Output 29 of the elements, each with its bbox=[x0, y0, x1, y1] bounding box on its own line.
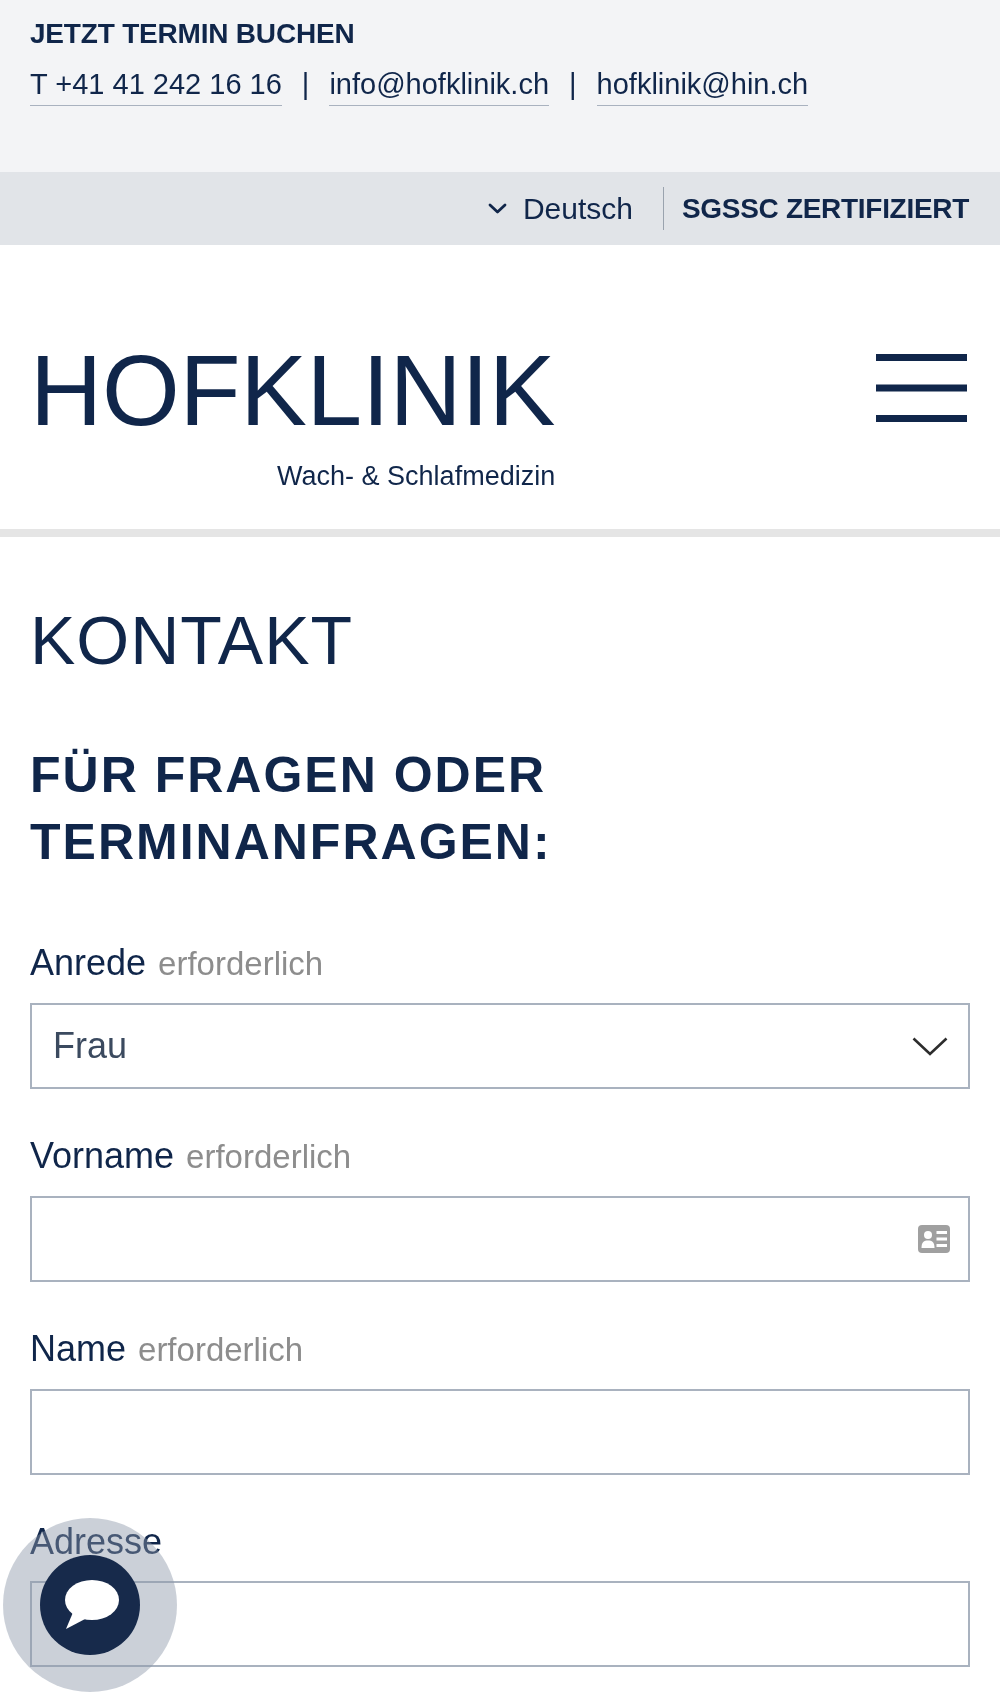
logo-wordmark[interactable]: HOFKLINIK bbox=[30, 340, 556, 440]
required-note: erforderlich bbox=[158, 944, 324, 984]
contact-card-icon[interactable] bbox=[918, 1225, 950, 1253]
input-field[interactable] bbox=[30, 1196, 970, 1282]
field-label: Adresse bbox=[30, 1520, 163, 1564]
chevron-down-icon bbox=[487, 203, 507, 214]
language-selector[interactable]: Deutsch bbox=[487, 191, 633, 226]
field-label: Name bbox=[30, 1327, 127, 1371]
chevron-down-icon bbox=[912, 1036, 948, 1056]
contact-link[interactable]: T +41 41 242 16 16 bbox=[30, 67, 282, 106]
menu-button[interactable] bbox=[876, 354, 967, 422]
logo-tagline: Wach- & Schlafmedizin bbox=[277, 460, 556, 492]
page-subtitle: FÜR FRAGEN ODER TERMINANFRAGEN: bbox=[30, 746, 553, 872]
field-label: Vorname bbox=[30, 1134, 175, 1178]
certification-link[interactable]: SGSSC ZERTIFIZIERT bbox=[681, 191, 969, 226]
separator: | bbox=[301, 67, 310, 101]
input-field[interactable] bbox=[30, 1581, 970, 1667]
field-label: Anrede bbox=[30, 941, 147, 985]
booking-link[interactable]: JETZT TERMIN BUCHEN bbox=[30, 16, 355, 52]
input-field[interactable] bbox=[30, 1389, 970, 1475]
page-title: KONTAKT bbox=[30, 601, 355, 680]
menu-icon bbox=[876, 354, 967, 422]
required-note: erforderlich bbox=[138, 1330, 304, 1370]
contact-link[interactable]: hofklinik@hin.ch bbox=[596, 67, 809, 106]
required-note: erforderlich bbox=[186, 1137, 352, 1177]
speech-bubble-icon bbox=[40, 1555, 140, 1655]
contact-link[interactable]: info@hofklinik.ch bbox=[329, 67, 550, 106]
separator: | bbox=[569, 67, 577, 101]
select-field[interactable]: Frau bbox=[30, 1003, 970, 1089]
